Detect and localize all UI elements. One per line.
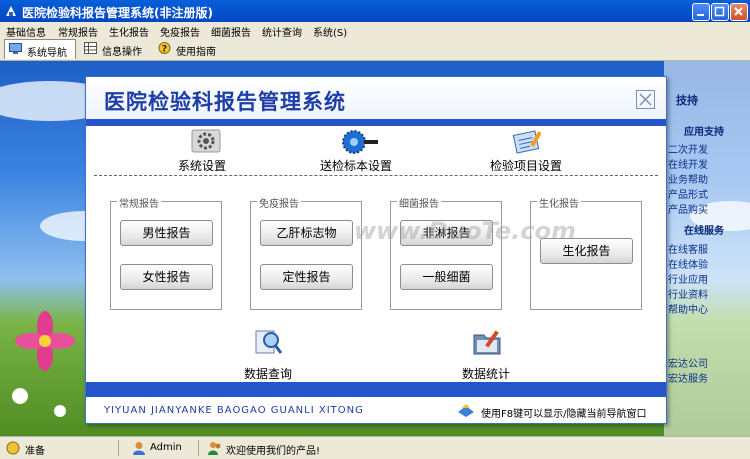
svg-text:?: ?: [162, 45, 167, 55]
window-titlebar: 医院检验科报告管理系统(非注册版): [0, 0, 750, 22]
hepatitis-b-marker-button[interactable]: 乙肝标志物: [260, 220, 353, 246]
maximize-button[interactable]: [711, 3, 729, 21]
panel-heading: 在线服务: [684, 226, 724, 237]
male-report-button[interactable]: 男性报告: [120, 220, 213, 246]
test-item-settings-label: 检验项目设置: [490, 159, 563, 173]
specimen-settings-label: 送检标本设置: [320, 159, 393, 173]
panel-link[interactable]: 行业应用: [668, 271, 708, 286]
menu-item-basic-info[interactable]: 基础信息: [6, 24, 46, 39]
status-separator: [118, 440, 119, 456]
tab-user-guide[interactable]: ? 使用指南: [154, 39, 224, 58]
navigation-window: 医院检验科报告管理系统 系统设置 送检标本设置 检验项目设置 常规报告 男性报告: [85, 76, 667, 424]
status-user: Admin: [150, 442, 182, 453]
gear-icon: [191, 129, 221, 153]
panel-link[interactable]: 宏达公司: [668, 355, 708, 370]
panel-link[interactable]: 产品购买: [668, 201, 708, 216]
section-divider: [94, 175, 658, 176]
footer-hint-text: 使用F8键可以显示/隐藏当前导航窗口: [481, 409, 647, 420]
menu-item-bacteria-report[interactable]: 细菌报告: [211, 24, 251, 39]
maximize-icon: [714, 6, 725, 17]
data-statistics-label: 数据统计: [462, 367, 511, 381]
group-routine-report-label: 常规报告: [117, 195, 161, 210]
tab-info-operation-label: 信息操作: [102, 47, 142, 58]
panel-link[interactable]: 帮助中心: [668, 301, 708, 316]
data-query-button[interactable]: 数据查询: [236, 327, 306, 381]
menu-item-biochem-report[interactable]: 生化报告: [109, 24, 149, 39]
menu-item-system[interactable]: 系统(S): [313, 24, 347, 39]
specimen-settings-button[interactable]: 送检标本设置: [316, 129, 406, 173]
navigation-header: 医院检验科报告管理系统: [86, 77, 666, 119]
general-bacteria-button[interactable]: 一般细菌: [400, 264, 493, 290]
window-title: 医院检验科报告管理系统(非注册版): [22, 6, 213, 20]
tab-user-guide-label: 使用指南: [176, 47, 216, 58]
panel-heading: 应用支持: [684, 127, 724, 138]
close-icon: [734, 7, 743, 16]
panel-link[interactable]: 二次开发: [668, 141, 708, 156]
monitor-icon: [9, 43, 22, 54]
qualitative-report-button[interactable]: 定性报告: [260, 264, 353, 290]
system-settings-label: 系统设置: [178, 159, 227, 173]
minimize-icon: [697, 14, 704, 16]
navigation-title: 医院检验科报告管理系统: [104, 90, 346, 114]
panel-link[interactable]: 产品形式: [668, 186, 708, 201]
group-bacteria-report-label: 细菌报告: [397, 195, 441, 210]
ready-icon: [6, 441, 20, 455]
group-routine-report: 常规报告 男性报告 女性报告: [110, 195, 222, 310]
panel-link[interactable]: 宏达服务: [668, 370, 708, 385]
app-icon: [6, 6, 16, 16]
panel-link[interactable]: 业务帮助: [668, 171, 708, 186]
menu-item-routine-report[interactable]: 常规报告: [58, 24, 98, 39]
tab-system-navigation[interactable]: 系统导航: [4, 39, 76, 59]
data-statistics-button[interactable]: 数据统计: [454, 327, 524, 381]
users-icon: [208, 442, 221, 455]
group-immune-report-label: 免疫报告: [257, 195, 301, 210]
system-settings-button[interactable]: 系统设置: [166, 129, 246, 173]
minimize-button[interactable]: [692, 3, 710, 21]
female-report-button[interactable]: 女性报告: [120, 264, 213, 290]
test-item-settings-button[interactable]: 检验项目设置: [486, 129, 576, 173]
notepad-icon: [512, 130, 542, 154]
status-welcome: 欢迎使用我们的产品!: [226, 446, 321, 457]
flower-decoration: [12, 311, 75, 417]
close-button[interactable]: [730, 3, 748, 21]
header-divider: [86, 119, 666, 126]
toolbar: 系统导航 信息操作 ? 使用指南: [0, 38, 750, 61]
navigation-footer: YIYUAN JIANYANKE BAOGAO GUANLI XITONG 使用…: [86, 397, 666, 423]
group-immune-report: 免疫报告 乙肝标志物 定性报告: [250, 195, 362, 310]
tab-system-navigation-label: 系统导航: [27, 48, 67, 59]
watermark-text: www.DuoTe.com: [354, 217, 576, 245]
panel-link[interactable]: 在线客服: [668, 241, 708, 256]
close-navigation-icon[interactable]: [636, 90, 655, 109]
menu-item-immune-report[interactable]: 免疫报告: [160, 24, 200, 39]
footer-pinyin-title: YIYUAN JIANYANKE BAOGAO GUANLI XITONG: [104, 405, 364, 416]
data-query-label: 数据查询: [244, 367, 293, 381]
magnifier-icon: [255, 330, 283, 354]
panel-link[interactable]: 行业资料: [668, 286, 708, 301]
right-support-panel: 技持 应用支持 二次开发 在线开发 业务帮助 产品形式 产品购买 在线服务 在线…: [664, 61, 750, 436]
status-separator: [198, 440, 199, 456]
saw-blade-icon: [342, 130, 378, 154]
panel-link[interactable]: 在线体验: [668, 256, 708, 271]
footer-divider: [86, 382, 666, 397]
status-text: 准备: [25, 446, 45, 457]
panel-link[interactable]: 在线开发: [668, 156, 708, 171]
folder-pen-icon: [473, 330, 501, 355]
menu-item-statistics-query[interactable]: 统计查询: [262, 24, 302, 39]
user-icon: [133, 442, 145, 455]
group-biochem-report-label: 生化报告: [537, 195, 581, 210]
grid-icon: [84, 42, 97, 54]
tab-info-operation[interactable]: 信息操作: [80, 39, 150, 58]
panel-heading: 技持: [676, 94, 698, 107]
keyboard-hint-icon: [458, 404, 474, 417]
status-bar: 准备 Admin 欢迎使用我们的产品!: [0, 436, 750, 459]
help-icon: ?: [158, 42, 171, 54]
menu-bar: 基础信息 常规报告 生化报告 免疫报告 细菌报告 统计查询 系统(S): [0, 22, 750, 39]
